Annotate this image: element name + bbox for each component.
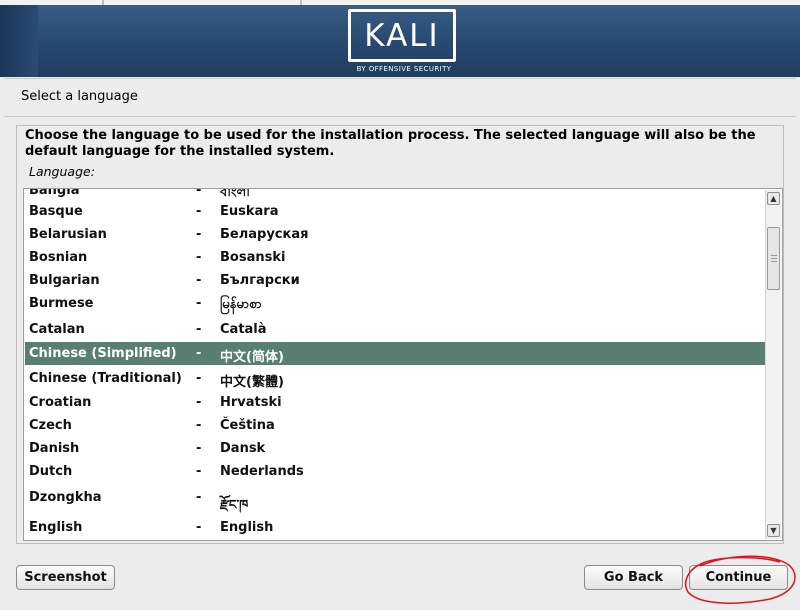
- red-circle-annotation: [684, 555, 796, 604]
